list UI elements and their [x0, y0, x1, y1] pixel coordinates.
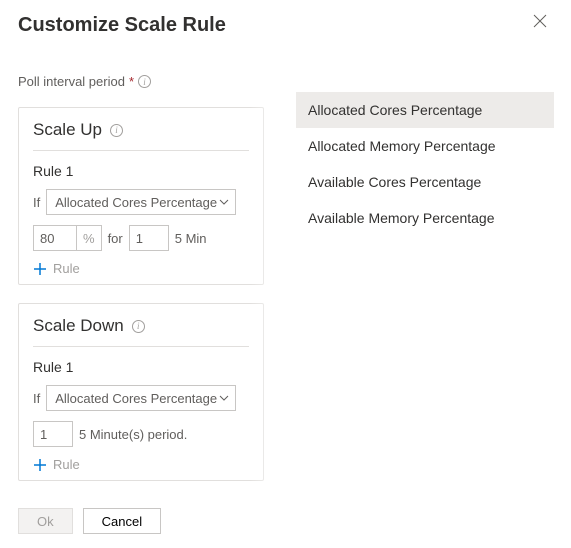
- scale-down-metric-select[interactable]: Allocated Cores Percentage: [46, 385, 236, 411]
- required-marker: *: [129, 74, 134, 89]
- scale-up-rule-label: Rule 1: [33, 163, 249, 179]
- scale-up-add-rule-button[interactable]: Rule: [33, 261, 249, 276]
- scale-up-metric-select[interactable]: Allocated Cores Percentage: [46, 189, 236, 215]
- ok-button[interactable]: Ok: [18, 508, 73, 534]
- close-button[interactable]: [533, 14, 553, 34]
- plus-icon: [33, 458, 47, 472]
- plus-icon: [33, 262, 47, 276]
- scale-down-title: Scale Down: [33, 316, 124, 336]
- scale-down-metric-value: Allocated Cores Percentage: [55, 391, 217, 406]
- scale-down-duration-input[interactable]: [33, 421, 73, 447]
- info-icon[interactable]: i: [138, 75, 151, 88]
- dropdown-option[interactable]: Available Cores Percentage: [296, 164, 554, 200]
- chevron-down-icon: [219, 197, 229, 207]
- poll-interval-label: Poll interval period: [18, 74, 125, 89]
- chevron-down-icon: [219, 393, 229, 403]
- add-rule-label: Rule: [53, 261, 80, 276]
- percent-label: %: [77, 225, 102, 251]
- dropdown-option[interactable]: Allocated Cores Percentage: [296, 92, 554, 128]
- metric-dropdown-list: Allocated Cores Percentage Allocated Mem…: [296, 92, 554, 236]
- if-label: If: [33, 391, 40, 406]
- poll-interval-label-row: Poll interval period * i: [18, 74, 264, 89]
- dropdown-option[interactable]: Allocated Memory Percentage: [296, 128, 554, 164]
- scale-down-add-rule-button[interactable]: Rule: [33, 457, 249, 472]
- scale-up-duration-input[interactable]: [129, 225, 169, 251]
- scale-up-metric-value: Allocated Cores Percentage: [55, 195, 217, 210]
- for-label: for: [108, 231, 123, 246]
- info-icon[interactable]: i: [132, 320, 145, 333]
- scale-up-period-suffix: 5 Min: [175, 231, 207, 246]
- scale-up-title: Scale Up: [33, 120, 102, 140]
- info-icon[interactable]: i: [110, 124, 123, 137]
- scale-down-rule-label: Rule 1: [33, 359, 249, 375]
- add-rule-label: Rule: [53, 457, 80, 472]
- scale-up-threshold-input[interactable]: [33, 225, 77, 251]
- if-label: If: [33, 195, 40, 210]
- scale-rule-panel: Poll interval period * i Scale Up i Rule…: [0, 0, 280, 548]
- dialog-title: Customize Scale Rule: [18, 14, 226, 37]
- scale-down-section: Scale Down i Rule 1 If Allocated Cores P…: [18, 303, 264, 481]
- dialog-footer: Ok Cancel: [18, 508, 161, 534]
- scale-up-section: Scale Up i Rule 1 If Allocated Cores Per…: [18, 107, 264, 285]
- close-icon: [533, 14, 547, 28]
- cancel-button[interactable]: Cancel: [83, 508, 161, 534]
- scale-down-period-suffix: 5 Minute(s) period.: [79, 427, 187, 442]
- dropdown-option[interactable]: Available Memory Percentage: [296, 200, 554, 236]
